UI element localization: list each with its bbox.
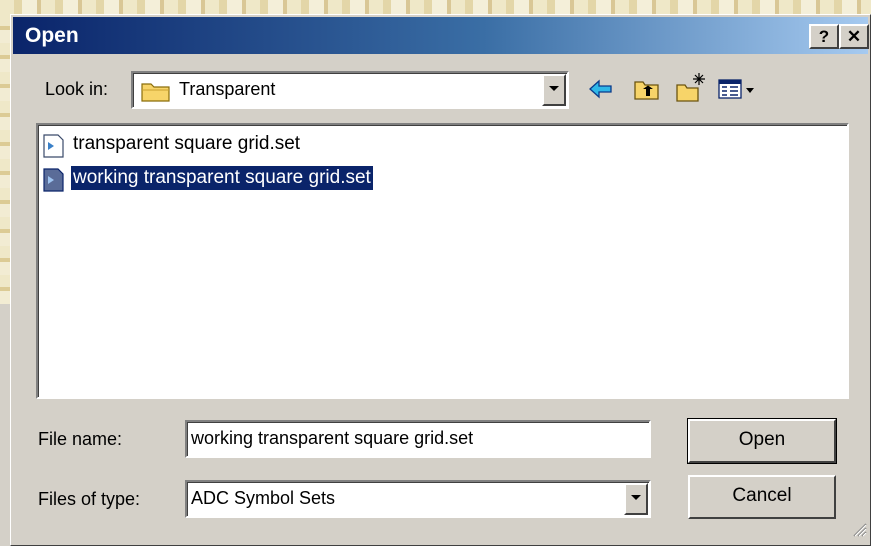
file-type-dropdown-button[interactable] — [624, 483, 648, 515]
file-name-label: working transparent square grid.set — [70, 165, 374, 191]
look-in-combo[interactable]: Transparent — [131, 71, 569, 109]
view-menu-icon[interactable] — [717, 77, 757, 106]
open-button[interactable]: Open — [687, 418, 837, 464]
look-in-value: Transparent — [179, 79, 276, 99]
back-arrow-icon[interactable] — [588, 77, 614, 106]
new-folder-icon[interactable] — [675, 71, 707, 108]
background-map-edge — [0, 14, 10, 304]
background-map-strip — [0, 0, 871, 14]
up-folder-icon[interactable] — [633, 77, 661, 106]
file-name-label: transparent square grid.set — [73, 133, 301, 154]
open-dialog: Open ? ✕ Look in: Transparent transparen… — [10, 14, 871, 546]
file-list[interactable]: transparent square grid.set working tran… — [36, 123, 849, 399]
file-type-label: Files of type: — [38, 489, 141, 509]
look-in-label: Look in: — [45, 79, 109, 99]
title-bar[interactable]: Open ? ✕ — [13, 17, 869, 54]
close-button[interactable]: ✕ — [839, 24, 869, 49]
document-icon — [41, 168, 65, 197]
dialog-title: Open — [25, 24, 79, 47]
document-icon — [41, 134, 65, 163]
help-button[interactable]: ? — [809, 24, 839, 49]
file-type-value: ADC Symbol Sets — [191, 488, 336, 508]
folder-icon — [141, 80, 171, 107]
file-type-select[interactable]: ADC Symbol Sets — [185, 480, 651, 518]
look-in-dropdown-button[interactable] — [542, 74, 566, 106]
file-name-label: File name: — [38, 429, 123, 449]
cancel-button[interactable]: Cancel — [688, 475, 836, 519]
file-name-input[interactable]: working transparent square grid.set — [185, 420, 651, 458]
resize-grip-icon[interactable] — [851, 521, 867, 542]
